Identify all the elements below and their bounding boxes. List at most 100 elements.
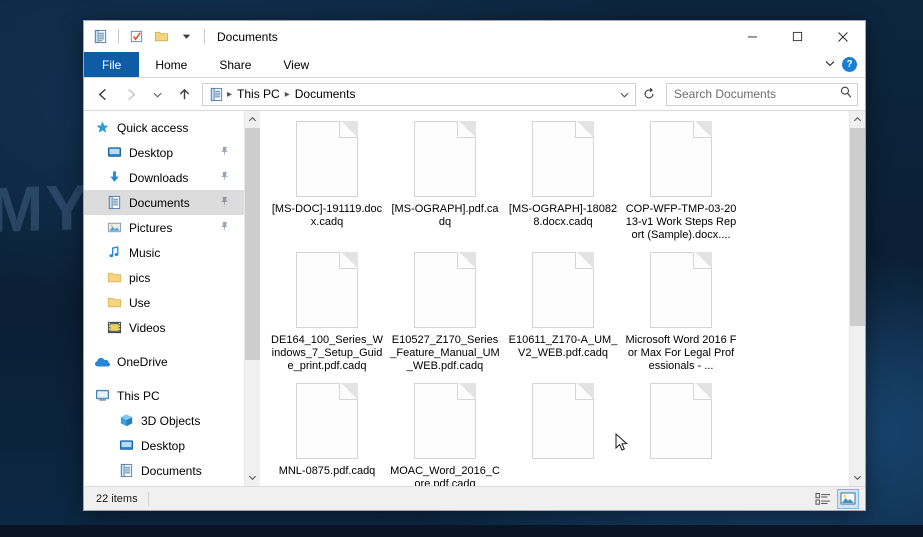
- sidebar-item-quick-access[interactable]: Quick access: [84, 115, 244, 140]
- sidebar-item-videos[interactable]: Videos: [84, 315, 244, 340]
- scroll-down-icon[interactable]: [245, 469, 260, 486]
- tab-view[interactable]: View: [267, 52, 325, 77]
- blank-document-icon: [650, 252, 712, 328]
- pin-icon[interactable]: [219, 196, 230, 210]
- 3d-objects-icon: [118, 413, 134, 429]
- sidebar-item-downloads[interactable]: Downloads: [84, 165, 244, 190]
- sidebar-item-this-pc[interactable]: This PC: [84, 383, 244, 408]
- sidebar-item-documents-2[interactable]: Documents: [84, 458, 244, 483]
- scroll-thumb[interactable]: [850, 128, 865, 326]
- new-folder-icon[interactable]: [151, 26, 172, 47]
- file-item[interactable]: MNL-0875.pdf.cadq: [268, 379, 386, 486]
- sidebar-item-label: pics: [129, 270, 151, 285]
- blank-document-icon: [532, 252, 594, 328]
- file-item[interactable]: [622, 379, 740, 486]
- maximize-button[interactable]: [775, 21, 820, 52]
- desktop-icon: [118, 438, 134, 454]
- folder-icon: [106, 270, 122, 286]
- taskbar[interactable]: [0, 525, 923, 537]
- file-item[interactable]: E10527_Z170_Series_Feature_Manual_UM_WEB…: [386, 248, 504, 379]
- desktop-icon: [106, 145, 122, 161]
- sidebar-item-label: Use: [129, 295, 151, 310]
- sidebar-item-label: Music: [129, 245, 161, 260]
- file-name: COP-WFP-TMP-03-2013-v1 Work Steps Report…: [625, 203, 737, 241]
- file-item[interactable]: MOAC_Word_2016_Core.pdf.cadq: [386, 379, 504, 486]
- tab-share[interactable]: Share: [203, 52, 267, 77]
- sidebar-item-3d-objects[interactable]: 3D Objects: [84, 408, 244, 433]
- sidebar-item-desktop-2[interactable]: Desktop: [84, 433, 244, 458]
- file-item[interactable]: Microsoft Word 2016 For Max For Legal Pr…: [622, 248, 740, 379]
- blank-document-icon: [414, 383, 476, 459]
- file-name: MOAC_Word_2016_Core.pdf.cadq: [390, 465, 500, 486]
- sidebar-item-label: This PC: [117, 388, 160, 403]
- breadcrumb-dropdown-icon[interactable]: [615, 89, 633, 100]
- documents-icon[interactable]: [90, 26, 111, 47]
- minimize-button[interactable]: [730, 21, 775, 52]
- refresh-button[interactable]: [638, 83, 660, 106]
- pin-icon[interactable]: [219, 171, 230, 185]
- search-icon[interactable]: [839, 85, 853, 104]
- sidebar-item-documents[interactable]: Documents: [84, 190, 244, 215]
- ribbon-right-controls: ?: [824, 52, 865, 77]
- window-title: Documents: [217, 29, 278, 44]
- qat-dropdown-icon[interactable]: [176, 26, 197, 47]
- pin-icon[interactable]: [219, 146, 230, 160]
- tab-home[interactable]: Home: [139, 52, 203, 77]
- scroll-up-icon[interactable]: [850, 111, 865, 128]
- navigation-pane-scrollbar[interactable]: [244, 111, 260, 486]
- status-bar: 22 items: [84, 486, 865, 510]
- large-icons-view-button[interactable]: [837, 488, 859, 509]
- explorer-body: Quick access Desktop Downloads Documents…: [84, 110, 865, 486]
- sidebar-item-desktop[interactable]: Desktop: [84, 140, 244, 165]
- file-list-pane[interactable]: [MS-DOC]-191119.docx.cadq [MS-OGRAPH].pd…: [260, 111, 849, 486]
- sidebar-item-onedrive[interactable]: OneDrive: [84, 349, 244, 374]
- scroll-down-icon[interactable]: [850, 469, 865, 486]
- file-item[interactable]: COP-WFP-TMP-03-2013-v1 Work Steps Report…: [622, 117, 740, 248]
- view-mode-buttons: [812, 488, 859, 509]
- close-button[interactable]: [820, 21, 865, 52]
- breadcrumb-separator-2[interactable]: ▸: [284, 89, 291, 100]
- blank-document-icon: [296, 383, 358, 459]
- file-item[interactable]: E10611_Z170-A_UM_V2_WEB.pdf.cadq: [504, 248, 622, 379]
- back-button[interactable]: [91, 82, 116, 106]
- file-item[interactable]: [MS-OGRAPH]-180828.docx.cadq: [504, 117, 622, 248]
- scroll-track[interactable]: [850, 128, 865, 469]
- mouse-cursor: [615, 433, 628, 451]
- address-bar: ▸ This PC ▸ Documents Search Documents: [84, 78, 865, 110]
- file-list-scrollbar[interactable]: [849, 111, 865, 486]
- sidebar-item-use[interactable]: Use: [84, 290, 244, 315]
- blank-document-icon: [532, 383, 594, 459]
- up-button[interactable]: [172, 82, 197, 106]
- sidebar-item-pictures[interactable]: Pictures: [84, 215, 244, 240]
- onedrive-icon: [94, 354, 110, 370]
- search-input[interactable]: Search Documents: [666, 82, 858, 106]
- details-view-button[interactable]: [812, 489, 834, 509]
- breadcrumb[interactable]: ▸ This PC ▸ Documents: [202, 82, 636, 106]
- sidebar-item-music[interactable]: Music: [84, 240, 244, 265]
- breadcrumb-separator-1[interactable]: ▸: [226, 89, 233, 100]
- pin-icon[interactable]: [219, 221, 230, 235]
- tab-file[interactable]: File: [84, 52, 140, 77]
- documents-icon: [118, 463, 134, 479]
- properties-icon[interactable]: [126, 26, 147, 47]
- scroll-track[interactable]: [245, 128, 260, 469]
- file-name: DE164_100_Series_Windows_7_Setup_Guide_p…: [271, 334, 383, 372]
- sidebar-item-label: OneDrive: [117, 354, 168, 369]
- scroll-thumb[interactable]: [245, 128, 260, 360]
- recent-locations-button[interactable]: [145, 82, 170, 106]
- sidebar-item-label: Documents: [129, 195, 190, 210]
- file-item[interactable]: DE164_100_Series_Windows_7_Setup_Guide_p…: [268, 248, 386, 379]
- file-item[interactable]: [MS-OGRAPH].pdf.cadq: [386, 117, 504, 248]
- breadcrumb-item-this-pc[interactable]: This PC: [233, 87, 284, 101]
- help-icon[interactable]: ?: [842, 57, 857, 72]
- chevron-down-icon[interactable]: [824, 56, 836, 74]
- file-item[interactable]: [MS-DOC]-191119.docx.cadq: [268, 117, 386, 248]
- scroll-up-icon[interactable]: [245, 111, 260, 128]
- sidebar-item-pics[interactable]: pics: [84, 265, 244, 290]
- file-name: [MS-DOC]-191119.docx.cadq: [271, 203, 383, 228]
- sidebar-item-label: Desktop: [129, 145, 174, 160]
- sidebar-item-label: Pictures: [129, 220, 173, 235]
- breadcrumb-item-documents[interactable]: Documents: [291, 87, 360, 101]
- file-item[interactable]: [504, 379, 622, 486]
- pictures-icon: [106, 220, 122, 236]
